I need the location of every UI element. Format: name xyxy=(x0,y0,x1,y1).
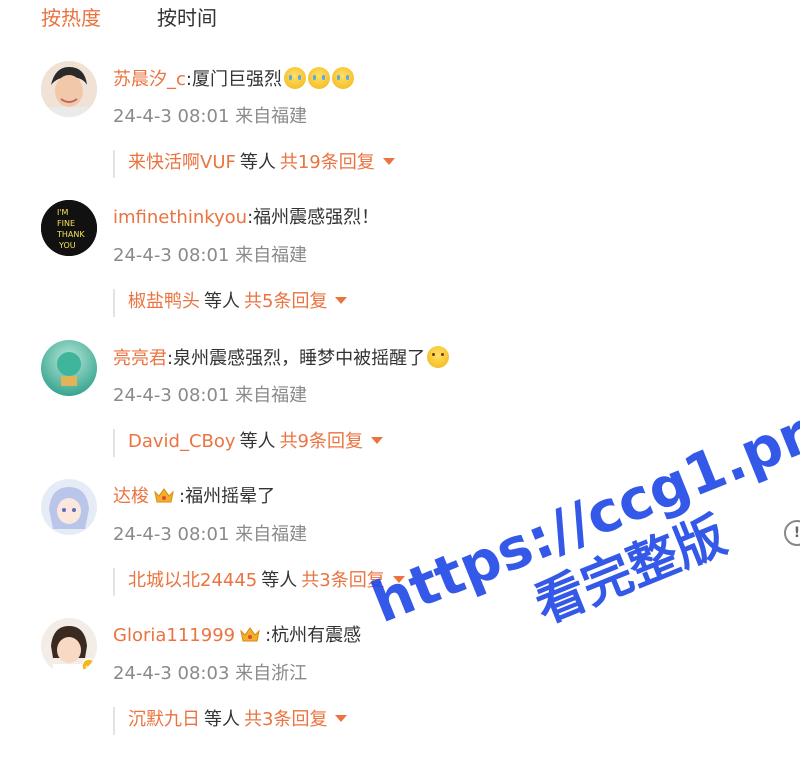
sort-tabs: 按热度 按时间 xyxy=(0,0,800,40)
reply-count-link[interactable]: 共9条回复 xyxy=(280,431,363,452)
comment-username[interactable]: Gloria111999 xyxy=(113,625,235,646)
avatar-text: YOU xyxy=(58,241,76,250)
replies-summary[interactable]: 沉默九日 等人 共3条回复 xyxy=(113,707,348,735)
comment-text: :厦门巨强烈 xyxy=(185,69,282,90)
chevron-down-icon[interactable] xyxy=(335,715,348,722)
verified-badge-icon xyxy=(81,658,97,674)
comment-meta: 24-4-3 08:01 来自福建 xyxy=(113,385,308,406)
avatar[interactable] xyxy=(41,61,97,117)
chevron-down-icon[interactable] xyxy=(335,297,348,304)
chevron-down-icon[interactable] xyxy=(382,158,395,165)
crying-emoji-icon xyxy=(283,67,306,89)
comment-username[interactable]: 苏晨汐_c xyxy=(113,69,186,90)
reply-username[interactable]: 北城以北24445 xyxy=(128,570,257,591)
laughing-emoji-icon xyxy=(427,346,450,368)
chevron-down-icon[interactable] xyxy=(371,437,384,444)
reply-username[interactable]: 沉默九日 xyxy=(128,709,200,730)
comment-meta: 24-4-3 08:01 来自福建 xyxy=(113,245,308,266)
reply-etc-label: 等人 xyxy=(261,570,298,591)
comment-username[interactable]: imfinethinkyou xyxy=(113,207,247,228)
comment-text: :杭州有震感 xyxy=(265,625,362,646)
reply-username[interactable]: 来快活啊VUF xyxy=(128,152,236,173)
comment-item: Gloria111999 :杭州有震感 24-4-3 08:03 来自浙江 沉默九… xyxy=(0,618,780,758)
avatar[interactable] xyxy=(41,340,97,396)
reply-username[interactable]: David_CBoy xyxy=(128,431,236,452)
comment-username[interactable]: 达梭 xyxy=(113,486,149,507)
avatar-text: I'M xyxy=(57,208,69,217)
reply-count-link[interactable]: 共3条回复 xyxy=(244,709,327,730)
crown-icon xyxy=(154,488,174,503)
comment-item: I'M FINE THANK YOU imfinethinkyou:福州震感强烈… xyxy=(0,200,780,340)
reply-etc-label: 等人 xyxy=(204,709,240,730)
report-icon[interactable]: ! xyxy=(784,520,800,546)
replies-summary[interactable]: 北城以北24445 等人 共3条回复 xyxy=(113,568,405,596)
reply-etc-label: 等人 xyxy=(239,152,276,173)
comment-username[interactable]: 亮亮君 xyxy=(113,348,167,369)
reply-username[interactable]: 椒盐鸭头 xyxy=(128,291,200,312)
avatar[interactable]: I'M FINE THANK YOU xyxy=(41,200,97,256)
crown-icon xyxy=(240,627,260,642)
comment-text: :泉州震感强烈，睡梦中被摇醒了 xyxy=(167,348,426,369)
crying-emoji-icon xyxy=(307,67,330,89)
comment-meta: 24-4-3 08:01 来自福建 xyxy=(113,524,308,545)
tab-by-hot[interactable]: 按热度 xyxy=(41,5,101,31)
replies-summary[interactable]: 来快活啊VUF 等人 共19条回复 xyxy=(113,150,395,178)
comment-meta: 24-4-3 08:03 来自浙江 xyxy=(113,663,308,684)
avatar[interactable] xyxy=(41,479,97,535)
avatar-text: THANK xyxy=(56,230,85,239)
crying-emoji-icon xyxy=(331,67,354,89)
avatar[interactable] xyxy=(41,618,97,674)
comment-meta: 24-4-3 08:01 来自福建 xyxy=(113,106,308,127)
reply-count-link[interactable]: 共19条回复 xyxy=(280,152,375,173)
reply-count-link[interactable]: 共5条回复 xyxy=(244,291,327,312)
comment-item: 苏晨汐_c:厦门巨强烈 24-4-3 08:01 来自福建 来快活啊VUF 等人共… xyxy=(0,61,780,201)
avatar-text: FINE xyxy=(57,219,75,228)
reply-etc-label: 等人 xyxy=(239,431,276,452)
replies-summary[interactable]: 椒盐鸭头 等人 共5条回复 xyxy=(113,289,348,317)
reply-etc-label: 等人 xyxy=(204,291,240,312)
tab-by-time[interactable]: 按时间 xyxy=(157,5,217,31)
comment-text: :福州震感强烈！ xyxy=(247,207,380,228)
replies-summary[interactable]: David_CBoy 等人 共9条回复 xyxy=(113,429,384,457)
comment-text: :福州摇晕了 xyxy=(179,486,276,507)
